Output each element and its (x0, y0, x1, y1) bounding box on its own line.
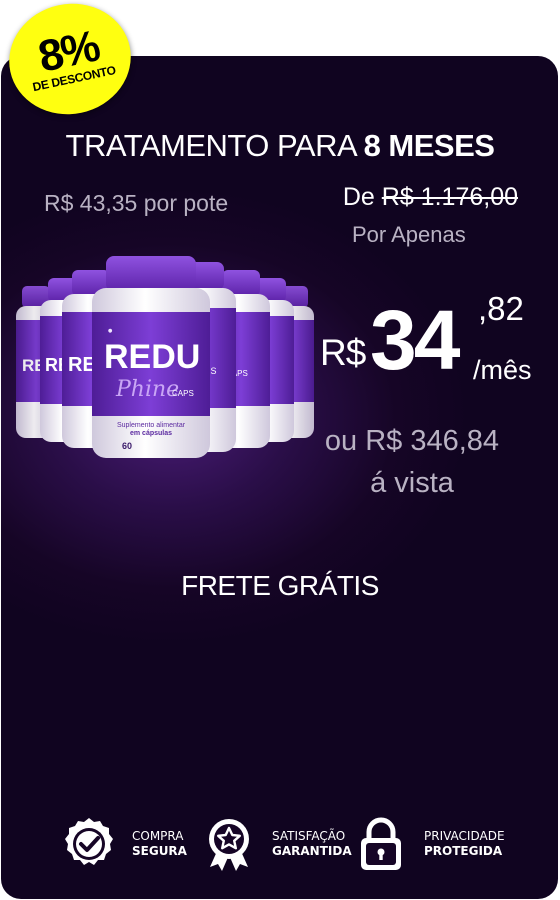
trust-seal-satisfaction: SATISFAÇÃO GARANTIDA (200, 812, 352, 876)
offer-title-prefix: TRATAMENTO PARA (65, 128, 364, 163)
trust-satisfaction-line1: SATISFAÇÃO (272, 829, 346, 843)
product-image: RE RE CAPS RE CAPS ● REDU Phine CAPS S (16, 256, 314, 458)
por-apenas-label: Por Apenas (352, 222, 466, 247)
monthly-price: R$ 34 ,82 /mês (320, 290, 550, 400)
price-currency: R$ (320, 332, 366, 373)
jar-count: 60 (122, 441, 132, 451)
svg-text:RE: RE (68, 354, 96, 376)
shield-check-icon (65, 818, 113, 865)
padlock-icon (361, 817, 401, 870)
trust-secure-line1: COMPRA (132, 829, 184, 843)
price-per-pot: R$ 43,35 por pote (44, 190, 229, 216)
old-price: De R$ 1.176,00 (343, 183, 518, 212)
old-price-value: R$ 1.176,00 (381, 183, 518, 211)
jar-brand-redu: REDU (104, 338, 200, 376)
svg-text:●: ● (108, 328, 113, 334)
trust-seal-secure: COMPRA SEGURA (60, 812, 187, 876)
jar-brand-caps: CAPS (172, 389, 194, 398)
jar-supplement-2: em cápsulas (130, 430, 172, 437)
cash-price-line2: á vista (370, 467, 454, 499)
trust-satisfaction-line2: GARANTIDA (272, 844, 352, 858)
jar-brand-phine: Phine (115, 377, 179, 402)
offer-title: TRATAMENTO PARA 8 MESES (0, 128, 560, 164)
price-decimal: ,82 (478, 290, 524, 327)
trust-seal-privacy: PRIVACIDADE PROTEGIDA (352, 812, 505, 876)
price-integer: 34 (370, 293, 460, 387)
award-badge-icon (209, 819, 249, 871)
jar-supplement-1: Suplemento alimentar (117, 422, 186, 429)
old-price-prefix: De (342, 183, 382, 211)
jar-front: ● REDU Phine CAPS Suplemento alimentar e… (92, 256, 210, 458)
offer-title-highlight: 8 MESES (363, 128, 495, 163)
trust-privacy-line1: PRIVACIDADE (424, 829, 505, 843)
cash-price-line1: ou R$ 346,84 (324, 425, 500, 457)
trust-privacy-line2: PROTEGIDA (424, 844, 503, 858)
trust-seals: COMPRA SEGURA SATISFAÇÃO GARANTIDA PRIVA… (0, 812, 560, 882)
free-shipping-label: FRETE GRÁTIS (181, 570, 379, 601)
trust-secure-line2: SEGURA (132, 844, 187, 858)
cash-price: ou R$ 346,84 á vista (300, 420, 524, 504)
price-per-month: /mês (473, 355, 532, 385)
